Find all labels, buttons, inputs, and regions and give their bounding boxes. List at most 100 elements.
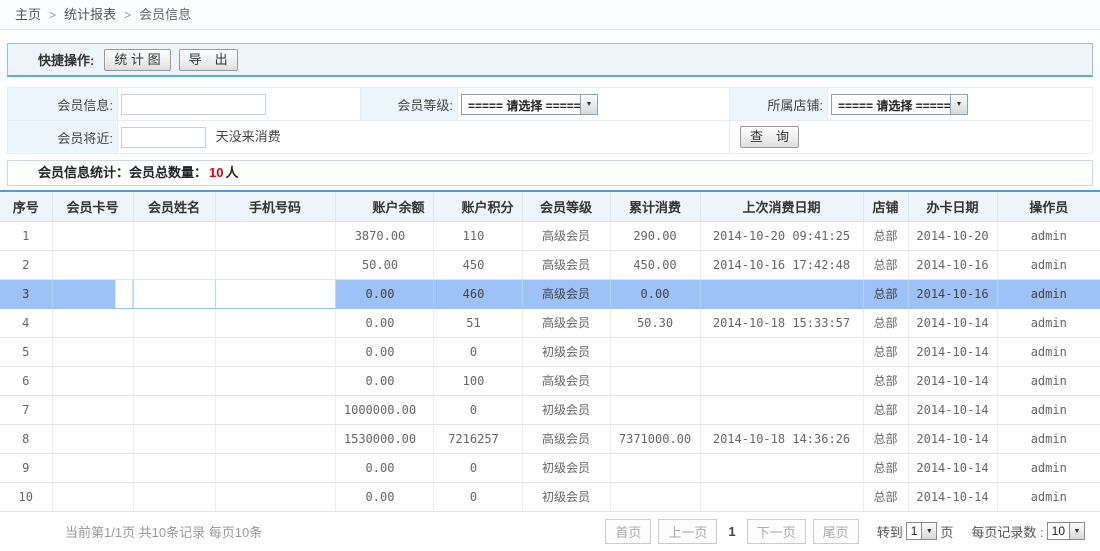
cell-operator: admin	[997, 453, 1100, 482]
table-row[interactable]: 60.00100高级会员总部2014-10-14admin	[0, 366, 1100, 395]
cell-points: 450	[433, 250, 522, 279]
cell-level: 高级会员	[522, 250, 610, 279]
cell-card-no	[52, 308, 133, 337]
member-info-label: 会员信息:	[8, 88, 118, 121]
cell-last-spend-date	[700, 453, 863, 482]
prev-page-button[interactable]: 上一页	[658, 519, 717, 544]
cell-level: 高级会员	[522, 221, 610, 250]
cell-points: 7216257	[433, 424, 522, 453]
cell-card-date: 2014-10-16	[908, 279, 997, 308]
column-header-last-spend-date: 上次消费日期	[700, 191, 863, 221]
cell-name	[133, 453, 215, 482]
goto-page-label: 转到	[877, 522, 903, 541]
table-row[interactable]: 30.00460高级会员0.00总部2014-10-16admin	[0, 279, 1100, 308]
cell-name	[133, 308, 215, 337]
column-header-level: 会员等级	[522, 191, 610, 221]
member-stats-label: 会员信息统计：会员总数量：	[38, 165, 207, 180]
cell-points: 51	[433, 308, 522, 337]
cell-last-spend-date: 2014-10-16 17:42:48	[700, 250, 863, 279]
cell-phone	[215, 250, 335, 279]
query-button[interactable]: 查 询	[740, 126, 799, 148]
breadcrumb-separator: >	[49, 8, 56, 22]
member-table-header: 序号会员卡号会员姓名手机号码账户余额账户积分会员等级累计消费上次消费日期店铺办卡…	[0, 191, 1100, 221]
chevron-down-icon: ▼	[1069, 523, 1084, 539]
cell-name	[133, 424, 215, 453]
cell-phone	[215, 482, 335, 511]
table-row[interactable]: 71000000.000初级会员总部2014-10-14admin	[0, 395, 1100, 424]
cell-card-date: 2014-10-14	[908, 424, 997, 453]
table-row[interactable]: 40.0051高级会员50.302014-10-18 15:33:57总部201…	[0, 308, 1100, 337]
member-info-input[interactable]	[121, 94, 266, 115]
member-level-selected-value: ===== 请选择 =====	[462, 95, 580, 114]
cell-name	[133, 395, 215, 424]
quick-operations-label: 快捷操作:	[38, 50, 94, 69]
cell-card-no	[52, 250, 133, 279]
cell-card-no	[52, 221, 133, 250]
cell-balance: 1530000.00	[335, 424, 433, 453]
filter-panel: 会员信息: 会员等级: ===== 请选择 ===== ▼ 所属店铺: ====…	[7, 87, 1093, 154]
chart-button[interactable]: 统 计 图	[104, 49, 170, 71]
breadcrumb-home-link[interactable]: 主页	[15, 7, 41, 22]
goto-page-select[interactable]: 1 ▼	[906, 522, 938, 540]
cell-operator: admin	[997, 221, 1100, 250]
cell-index: 10	[0, 482, 52, 511]
days-without-consume-suffix: 天没来消费	[216, 129, 281, 144]
first-page-button[interactable]: 首页	[605, 519, 651, 544]
cell-card-no	[52, 482, 133, 511]
cell-level: 初级会员	[522, 453, 610, 482]
cell-phone	[215, 279, 335, 308]
cell-last-spend-date: 2014-10-18 15:33:57	[700, 308, 863, 337]
cell-card-date: 2014-10-14	[908, 308, 997, 337]
cell-total-spent	[610, 482, 700, 511]
cell-balance: 3870.00	[335, 221, 433, 250]
cell-last-spend-date: 2014-10-20 09:41:25	[700, 221, 863, 250]
table-row[interactable]: 100.000初级会员总部2014-10-14admin	[0, 482, 1100, 511]
cell-store: 总部	[863, 395, 908, 424]
cell-card-no	[52, 337, 133, 366]
export-button[interactable]: 导 出	[179, 49, 238, 71]
days-without-consume-input[interactable]	[121, 127, 206, 148]
cell-points: 0	[433, 337, 522, 366]
pagination-summary: 当前第1/1页 共10条记录 每页10条	[65, 522, 262, 541]
cell-store: 总部	[863, 279, 908, 308]
cell-card-no	[52, 279, 133, 308]
cell-name	[133, 337, 215, 366]
table-row[interactable]: 250.00450高级会员450.002014-10-16 17:42:48总部…	[0, 250, 1100, 279]
column-header-store: 店铺	[863, 191, 908, 221]
cell-name	[133, 366, 215, 395]
member-table: 序号会员卡号会员姓名手机号码账户余额账户积分会员等级累计消费上次消费日期店铺办卡…	[0, 190, 1100, 512]
cell-balance: 0.00	[335, 308, 433, 337]
member-count-unit: 人	[225, 165, 238, 180]
cell-balance: 0.00	[335, 279, 433, 308]
store-select[interactable]: ===== 请选择 ===== ▼	[831, 94, 968, 115]
cell-last-spend-date	[700, 395, 863, 424]
table-row[interactable]: 90.000初级会员总部2014-10-14admin	[0, 453, 1100, 482]
cell-level: 高级会员	[522, 366, 610, 395]
member-stats-bar: 会员信息统计：会员总数量：10人	[7, 160, 1093, 186]
cell-total-spent: 0.00	[610, 279, 700, 308]
column-header-total-spent: 累计消费	[610, 191, 700, 221]
table-row[interactable]: 81530000.007216257高级会员7371000.002014-10-…	[0, 424, 1100, 453]
table-row[interactable]: 50.000初级会员总部2014-10-14admin	[0, 337, 1100, 366]
goto-page-value: 1	[907, 523, 922, 539]
cell-store: 总部	[863, 482, 908, 511]
next-page-button[interactable]: 下一页	[747, 519, 806, 544]
cell-phone	[215, 366, 335, 395]
cell-index: 1	[0, 221, 52, 250]
table-row[interactable]: 13870.00110高级会员290.002014-10-20 09:41:25…	[0, 221, 1100, 250]
cell-last-spend-date	[700, 337, 863, 366]
cell-index: 8	[0, 424, 52, 453]
breadcrumb-report-link[interactable]: 统计报表	[64, 7, 116, 22]
cell-operator: admin	[997, 482, 1100, 511]
column-header-phone: 手机号码	[215, 191, 335, 221]
last-page-button[interactable]: 尾页	[813, 519, 859, 544]
breadcrumb-current-page: 会员信息	[139, 7, 191, 22]
cell-level: 初级会员	[522, 395, 610, 424]
member-level-select[interactable]: ===== 请选择 ===== ▼	[461, 94, 598, 115]
per-page-select[interactable]: 10 ▼	[1047, 522, 1085, 540]
cell-name	[133, 482, 215, 511]
cell-card-date: 2014-10-14	[908, 453, 997, 482]
cell-total-spent	[610, 337, 700, 366]
cell-balance: 0.00	[335, 482, 433, 511]
cell-points: 0	[433, 395, 522, 424]
